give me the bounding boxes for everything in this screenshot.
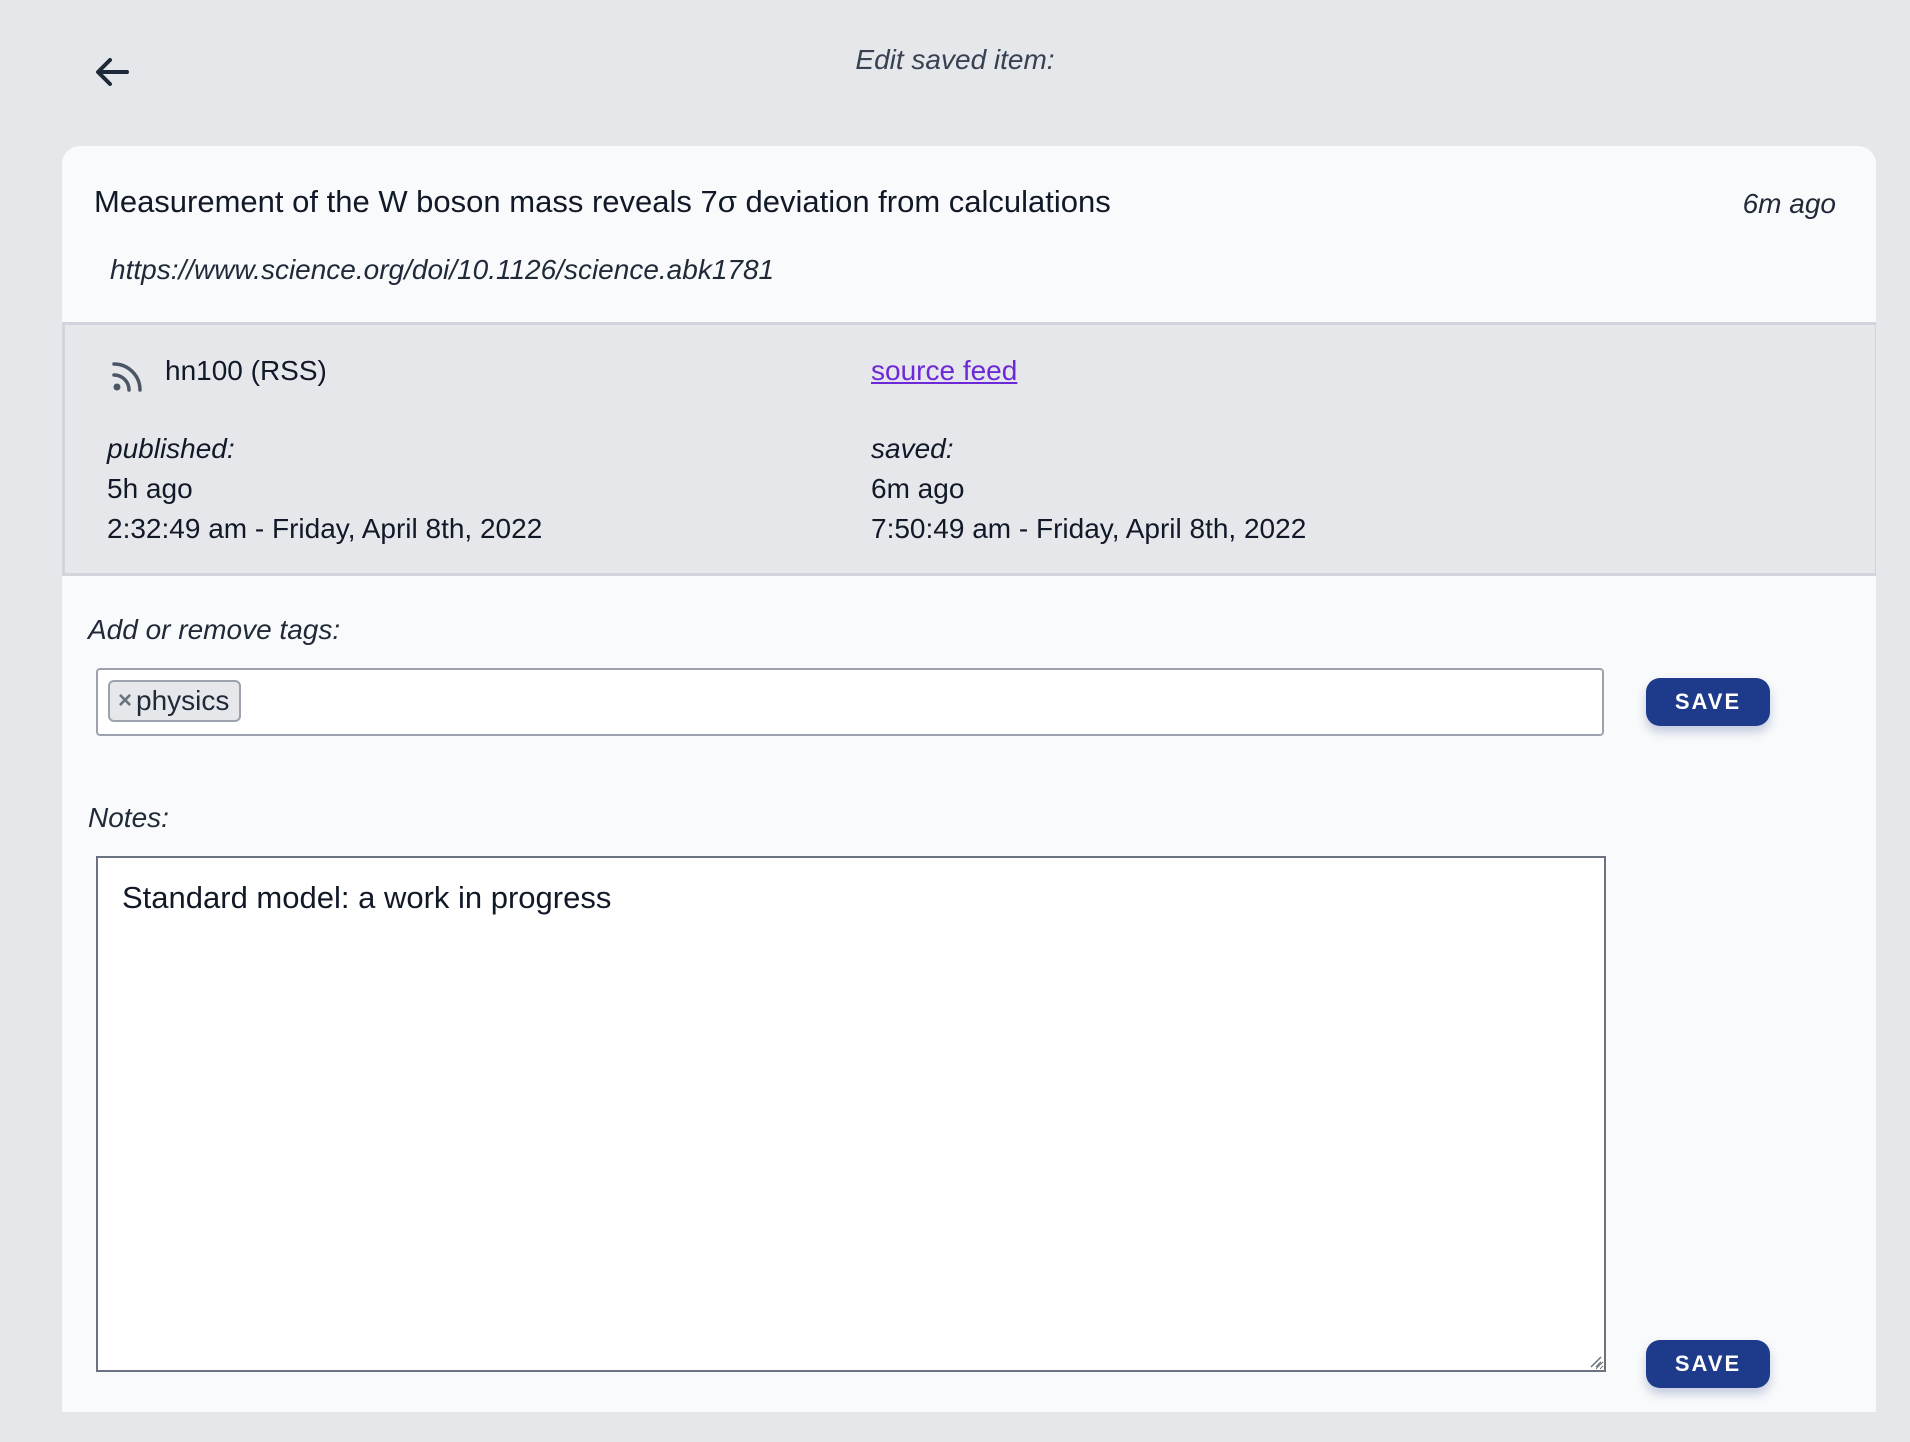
item-url: https://www.science.org/doi/10.1126/scie…	[110, 254, 775, 285]
notes-label: Notes:	[88, 802, 169, 833]
saved-label: saved:	[871, 433, 954, 464]
item-meta-panel: hn100 (RSS) source feed published: 5h ag…	[62, 322, 1876, 576]
source-feed-link[interactable]: source feed	[871, 355, 1017, 387]
tag-name: physics	[136, 685, 230, 716]
feed-name: hn100 (RSS)	[165, 355, 327, 386]
published-info: published: 5h ago 2:32:49 am - Friday, A…	[107, 429, 542, 549]
published-absolute: 2:32:49 am - Friday, April 8th, 2022	[107, 513, 543, 544]
rss-icon	[112, 362, 142, 392]
tags-label: Add or remove tags:	[88, 614, 341, 645]
saved-item-card: Measurement of the W boson mass reveals …	[62, 146, 1876, 1412]
saved-relative: 6m ago	[871, 473, 965, 504]
page-title: Edit saved item:	[855, 44, 1055, 75]
save-tags-button[interactable]: SAVE	[1646, 678, 1770, 726]
item-title: Measurement of the W boson mass reveals …	[94, 184, 1111, 219]
published-relative: 5h ago	[107, 473, 193, 504]
tags-input[interactable]: × physics	[96, 668, 1604, 736]
saved-absolute: 7:50:49 am - Friday, April 8th, 2022	[871, 513, 1307, 544]
item-age: 6m ago	[1742, 188, 1836, 219]
close-icon[interactable]: ×	[118, 687, 132, 715]
published-label: published:	[107, 433, 235, 464]
saved-info: saved: 6m ago 7:50:49 am - Friday, April…	[871, 429, 1306, 549]
tag-chip: × physics	[108, 680, 242, 722]
save-notes-button[interactable]: SAVE	[1646, 1340, 1770, 1388]
notes-textarea[interactable]	[96, 856, 1606, 1372]
